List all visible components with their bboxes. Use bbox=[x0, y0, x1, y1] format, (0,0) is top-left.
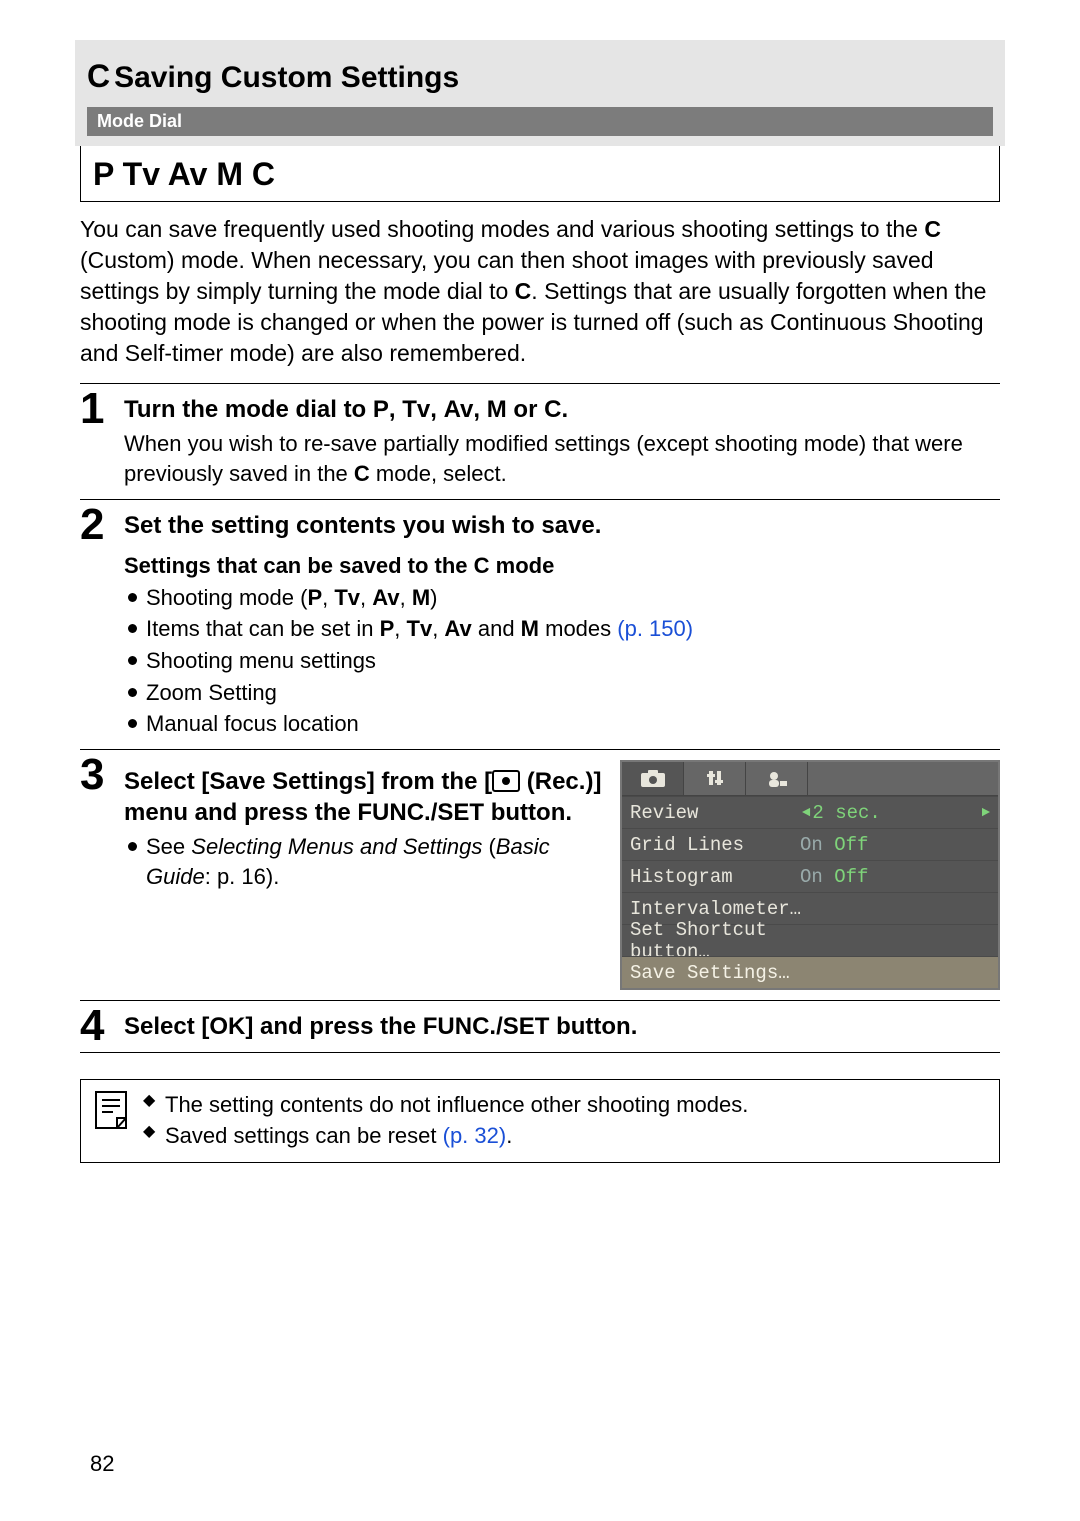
section-header: CSaving Custom Settings Mode Dial bbox=[75, 40, 1005, 146]
step-body: Settings that can be saved to the C mode… bbox=[124, 551, 1000, 739]
menu-tabs bbox=[622, 762, 998, 796]
step-1: 1 Turn the mode dial to P, Tv, Av, M or … bbox=[80, 394, 1000, 489]
divider bbox=[80, 1000, 1000, 1001]
page-number: 82 bbox=[90, 1451, 114, 1477]
menu-row: Review ◄ 2 sec. ► bbox=[622, 796, 998, 828]
section-title: CSaving Custom Settings bbox=[87, 58, 993, 95]
list-item: Zoom Setting bbox=[124, 678, 1000, 708]
note-icon bbox=[93, 1090, 129, 1130]
title-text: Saving Custom Settings bbox=[114, 61, 459, 94]
camera-icon bbox=[492, 770, 520, 792]
divider bbox=[80, 1052, 1000, 1053]
bullet-list: See Selecting Menus and Settings (Basic … bbox=[124, 832, 604, 891]
step-heading: Turn the mode dial to P, Tv, Av, M or C. bbox=[124, 394, 1000, 425]
page-ref-link[interactable]: (p. 150) bbox=[617, 616, 693, 641]
divider bbox=[80, 499, 1000, 500]
step-2: 2 Set the setting contents you wish to s… bbox=[80, 510, 1000, 739]
step-heading: Set the setting contents you wish to sav… bbox=[124, 510, 1000, 541]
step-4: 4 Select [OK] and press the FUNC./SET bu… bbox=[80, 1011, 1000, 1042]
note-box: The setting contents do not influence ot… bbox=[80, 1079, 1000, 1163]
menu-row: Histogram On Off bbox=[622, 860, 998, 892]
menu-row: Set Shortcut button… bbox=[622, 924, 998, 956]
title-prefix: C bbox=[87, 58, 110, 94]
list-item: Shooting mode (P, Tv, Av, M) bbox=[124, 583, 1000, 613]
mode-dial-box: P Tv Av M C bbox=[80, 146, 1000, 202]
menu-row-selected: Save Settings… bbox=[622, 956, 998, 988]
intro-paragraph: You can save frequently used shooting mo… bbox=[80, 214, 1000, 369]
tab-rec bbox=[622, 762, 684, 795]
divider bbox=[80, 749, 1000, 750]
step-number: 4 bbox=[80, 1001, 104, 1051]
mode-list: P Tv Av M C bbox=[93, 156, 987, 193]
note-item: Saved settings can be reset (p. 32). bbox=[143, 1121, 748, 1152]
divider bbox=[80, 383, 1000, 384]
step-heading: Select [Save Settings] from the [ (Rec.)… bbox=[124, 766, 604, 828]
list-item: See Selecting Menus and Settings (Basic … bbox=[124, 832, 604, 891]
tab-mycamera bbox=[746, 762, 808, 795]
step-3: 3 Select [Save Settings] from the [ (Rec… bbox=[80, 760, 1000, 990]
step-body: When you wish to re-save partially modif… bbox=[124, 429, 1000, 488]
step-number: 3 bbox=[80, 750, 104, 800]
bullet-list: Shooting mode (P, Tv, Av, M) Items that … bbox=[124, 583, 1000, 739]
mode-dial-label: Mode Dial bbox=[87, 107, 993, 136]
list-item: Shooting menu settings bbox=[124, 646, 1000, 676]
step-number: 1 bbox=[80, 384, 104, 434]
note-item: The setting contents do not influence ot… bbox=[143, 1090, 748, 1121]
step-number: 2 bbox=[80, 500, 104, 550]
list-item: Manual focus location bbox=[124, 709, 1000, 739]
list-item: Items that can be set in P, Tv, Av and M… bbox=[124, 614, 1000, 644]
subheading: Settings that can be saved to the C mode bbox=[124, 551, 1000, 581]
camera-menu-screenshot: Review ◄ 2 sec. ► Grid Lines On Off Hist… bbox=[620, 760, 1000, 990]
note-list: The setting contents do not influence ot… bbox=[143, 1090, 748, 1152]
step-heading: Select [OK] and press the FUNC./SET butt… bbox=[124, 1011, 1000, 1042]
page-ref-link[interactable]: (p. 32) bbox=[443, 1123, 507, 1148]
menu-row: Grid Lines On Off bbox=[622, 828, 998, 860]
tab-setup bbox=[684, 762, 746, 795]
